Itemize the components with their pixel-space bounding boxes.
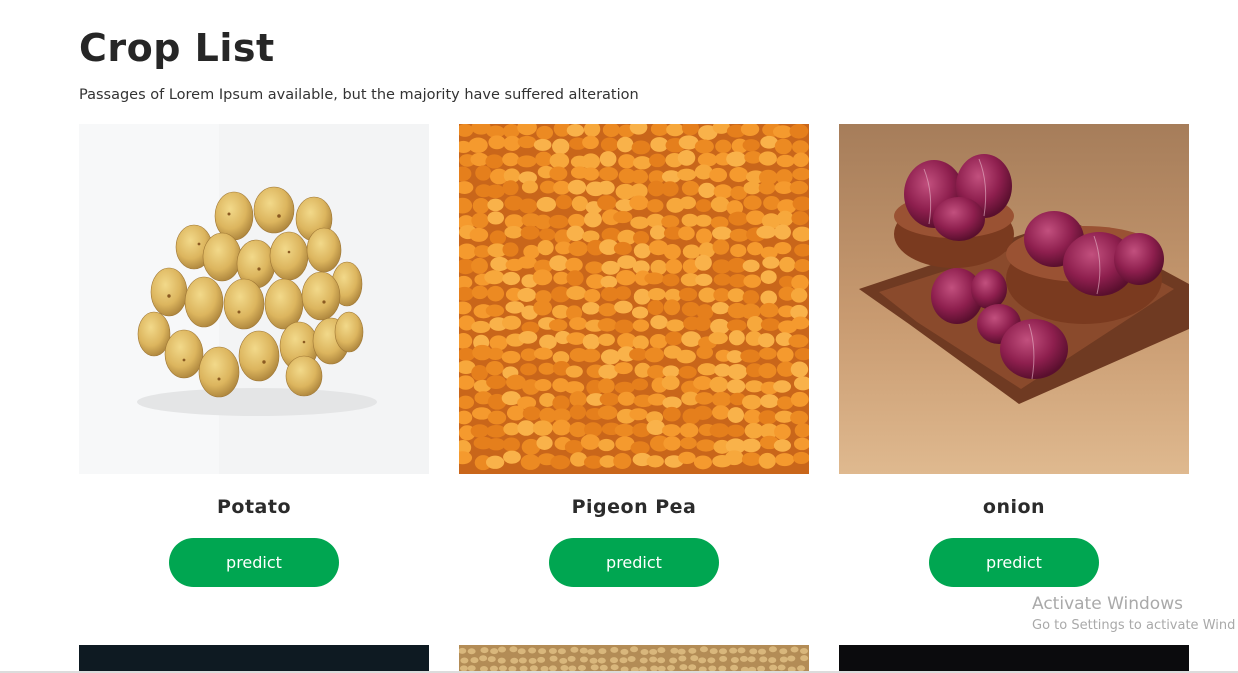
watermark-title: Activate Windows — [1032, 594, 1183, 614]
crop-card-onion: onion predict — [839, 124, 1189, 587]
crop-card-partial-3-image — [839, 645, 1189, 673]
page-subtitle: Passages of Lorem Ipsum available, but t… — [79, 87, 639, 103]
pigeon-pea-image — [459, 124, 809, 474]
onion-image — [839, 124, 1189, 474]
predict-button-potato[interactable]: predict — [169, 538, 339, 587]
predict-button-onion[interactable]: predict — [929, 538, 1099, 587]
crop-card-partial-2-image — [459, 645, 809, 673]
crop-card-pigeon-pea: Pigeon Pea predict — [459, 124, 809, 587]
potato-image — [79, 124, 429, 474]
activate-windows-watermark: Activate Windows Go to Settings to activ… — [1032, 594, 1235, 633]
crop-name: onion — [982, 496, 1046, 518]
page-title: Crop List — [79, 26, 275, 70]
watermark-subtitle: Go to Settings to activate Wind — [1032, 618, 1236, 633]
predict-button-pigeon-pea[interactable]: predict — [549, 538, 719, 587]
crop-name: Potato — [216, 496, 292, 518]
crop-name: Pigeon Pea — [571, 496, 697, 518]
crop-card-partial-1-image — [79, 645, 429, 673]
crop-card-potato: Potato predict — [79, 124, 429, 587]
